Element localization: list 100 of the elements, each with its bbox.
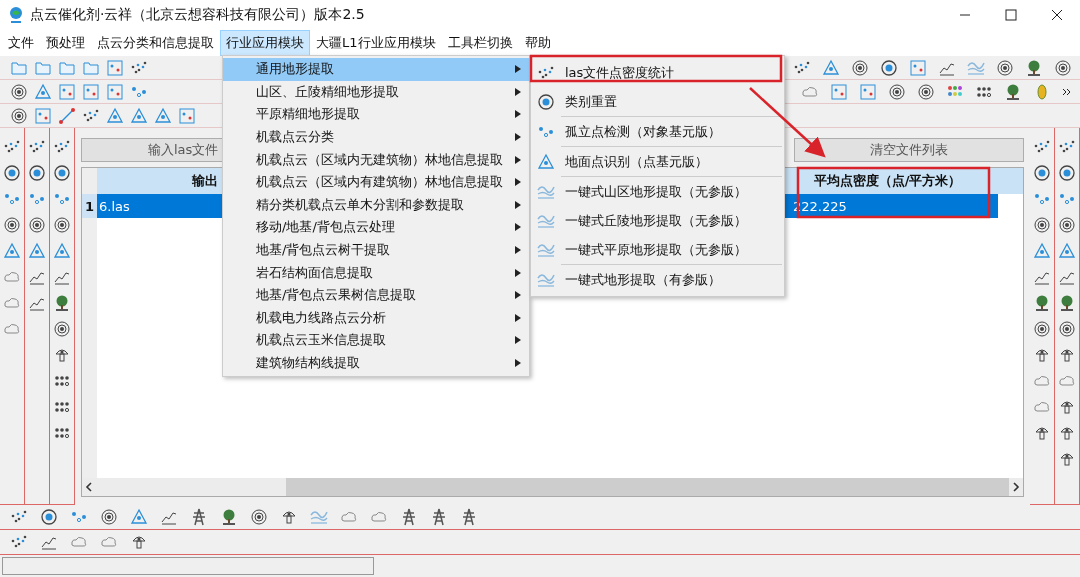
grid-icon[interactable] [34, 106, 52, 125]
target-icon[interactable] [996, 58, 1014, 77]
menu-item[interactable]: 点云分类和信息提取 [91, 30, 220, 56]
line-segment-icon[interactable] [58, 106, 76, 125]
target-icon[interactable] [1033, 320, 1051, 338]
menu-item[interactable]: las文件点密度统计 [531, 58, 784, 87]
target-icon[interactable] [100, 508, 118, 526]
overflow-chevron-icon[interactable] [1062, 86, 1072, 97]
target-icon[interactable] [917, 82, 935, 101]
target-icon[interactable] [888, 82, 906, 101]
triangle-icon[interactable] [822, 58, 840, 77]
mushroom-icon[interactable] [1033, 346, 1051, 364]
grid-icon[interactable] [859, 82, 877, 101]
ring-icon[interactable] [1058, 164, 1076, 182]
mushroom-icon[interactable] [1033, 424, 1051, 442]
clear-list-button[interactable]: 清空文件列表 [794, 138, 1024, 162]
menu-item[interactable]: 精分类机载点云单木分割和参数提取 [223, 193, 529, 217]
menu-item[interactable]: 一键式山区地形提取（无参版） [531, 177, 784, 206]
menu-item[interactable]: 地基/背包点云树干提取 [223, 238, 529, 262]
triangle-icon[interactable] [53, 242, 71, 260]
target-icon[interactable] [53, 320, 71, 338]
triangle-icon[interactable] [130, 106, 148, 125]
ring-icon[interactable] [53, 164, 71, 182]
menu-item[interactable]: 大疆L1行业应用模块 [310, 30, 442, 56]
menu-item[interactable]: 机载点云分类 [223, 125, 529, 149]
triangle-icon[interactable] [154, 106, 172, 125]
menu-item[interactable]: 文件 [2, 30, 40, 56]
grid-icon[interactable] [106, 82, 124, 101]
grid-icon[interactable] [82, 82, 100, 101]
menu-item[interactable]: 工具栏切换 [441, 30, 519, 56]
menu-item[interactable]: 一键式丘陵地形提取（无参版） [531, 206, 784, 235]
target-icon[interactable] [28, 216, 46, 234]
grid-icon[interactable] [178, 106, 196, 125]
menu-item[interactable]: 孤立点检测（对象基元版） [531, 117, 784, 146]
tower-icon[interactable] [460, 508, 478, 526]
target-icon[interactable] [250, 508, 268, 526]
tree-icon[interactable] [1058, 294, 1076, 312]
menu-item[interactable]: 帮助 [518, 30, 557, 56]
menu-item[interactable]: 行业应用模块 [220, 30, 310, 56]
target-icon[interactable] [3, 216, 21, 234]
target-icon[interactable] [1033, 216, 1051, 234]
grid-icon[interactable] [106, 58, 124, 77]
menu-item[interactable]: 预处理 [40, 30, 91, 56]
tower-icon[interactable] [400, 508, 418, 526]
target-icon[interactable] [851, 58, 869, 77]
ring-icon[interactable] [3, 164, 21, 182]
menu-item[interactable]: 地基/背包点云果树信息提取 [223, 283, 529, 307]
ring-icon[interactable] [1033, 164, 1051, 182]
mushroom-icon[interactable] [1058, 424, 1076, 442]
menu-item[interactable]: 机载点云（区域内有建筑物）林地信息提取 [223, 170, 529, 194]
menu-item[interactable]: 机载点云（区域内无建筑物）林地信息提取 [223, 148, 529, 171]
tree-icon[interactable] [1004, 82, 1022, 101]
target-icon[interactable] [10, 82, 28, 101]
menu-item[interactable]: 通用地形提取 [223, 58, 529, 81]
mushroom-icon[interactable] [53, 346, 71, 364]
triangle-icon[interactable] [1033, 242, 1051, 260]
tower-icon[interactable] [430, 508, 448, 526]
mushroom-icon[interactable] [130, 533, 148, 551]
menu-item[interactable]: 一键式平原地形提取（无参版） [531, 235, 784, 264]
tree-icon[interactable] [1033, 294, 1051, 312]
menu-item[interactable]: 平原精细地形提取 [223, 103, 529, 126]
menu-item[interactable]: 山区、丘陵精细地形提取 [223, 80, 529, 104]
target-icon[interactable] [53, 216, 71, 234]
triangle-icon[interactable] [130, 508, 148, 526]
menu-item[interactable]: 地面点识别（点基元版） [531, 147, 784, 176]
grid-icon[interactable] [830, 82, 848, 101]
tree-icon[interactable] [220, 508, 238, 526]
menu-item[interactable]: 机载电力线路点云分析 [223, 306, 529, 330]
target-icon[interactable] [1058, 216, 1076, 234]
mushroom-icon[interactable] [1058, 398, 1076, 416]
target-icon[interactable] [1058, 320, 1076, 338]
menu-item[interactable]: 岩石结构面信息提取 [223, 261, 529, 284]
triangle-icon[interactable] [106, 106, 124, 125]
triangle-icon[interactable] [34, 82, 52, 101]
mushroom-icon[interactable] [1058, 450, 1076, 468]
menu-item[interactable]: 机载点云玉米信息提取 [223, 329, 529, 352]
horizontal-scrollbar[interactable] [82, 478, 1023, 496]
mushroom-icon[interactable] [280, 508, 298, 526]
menu-item[interactable]: 建筑物结构线提取 [223, 351, 529, 375]
triangle-icon[interactable] [3, 242, 21, 260]
grid-icon[interactable] [58, 82, 76, 101]
mushroom-icon[interactable] [1058, 346, 1076, 364]
ring-icon[interactable] [28, 164, 46, 182]
tree-icon[interactable] [1025, 58, 1043, 77]
tower-icon[interactable] [190, 508, 208, 526]
menu-item[interactable]: 移动/地基/背包点云处理 [223, 216, 529, 239]
column-header: 输出 [192, 172, 218, 190]
triangle-icon [537, 152, 555, 171]
target-icon[interactable] [1054, 58, 1072, 77]
ring-icon[interactable] [880, 58, 898, 77]
tree-icon[interactable] [53, 294, 71, 312]
ring-icon[interactable] [40, 508, 58, 526]
table-cell[interactable]: 6.las [99, 198, 130, 214]
menu-item[interactable]: 一键式地形提取（有参版） [531, 265, 784, 294]
grid-icon[interactable] [909, 58, 927, 77]
triangle-icon[interactable] [28, 242, 46, 260]
triangle-icon[interactable] [1058, 242, 1076, 260]
menu-item[interactable]: 类别重置 [531, 87, 784, 116]
target-icon[interactable] [10, 106, 28, 125]
submenu-arrow-icon [515, 336, 521, 345]
